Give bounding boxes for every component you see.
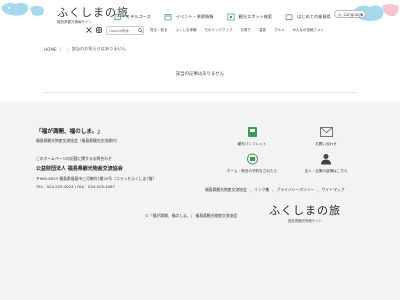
breadcrumb-separator: / (67, 46, 69, 52)
footer-link[interactable]: サイトマップ (322, 187, 345, 193)
person-icon (319, 153, 333, 165)
nav-label: はじめての福島県 (297, 13, 331, 19)
footer-organization: 公益財団法人 福島県観光物産交流協会 (36, 166, 123, 172)
category-link[interactable]: ふくしま体験 (176, 28, 197, 33)
footer-logo-text: ふくしまの旅 (269, 204, 341, 217)
category-link[interactable]: 温泉 (259, 28, 266, 33)
category-link[interactable]: ちのミックアップ (205, 28, 233, 33)
footer-slogan: 「福が満開、福のしま。」 (36, 129, 103, 135)
nav-model-course[interactable]: モデルコース (113, 12, 151, 21)
pamphlet-icon (245, 126, 259, 138)
footer-tel: TEL：024-525-4024 / FAX：024-525-4087 (36, 184, 115, 189)
footer-link[interactable]: リンク集 (254, 187, 269, 193)
search-icon[interactable] (137, 28, 143, 33)
footer-info: 「福が満開、福のしま。」 福島県観光物産交流協会（福島県観光交流課内） このホー… (36, 127, 206, 190)
breadcrumb: HOME / / 該当のお知らせはありません (44, 46, 126, 52)
map-icon (113, 12, 123, 21)
footer-link[interactable]: プライバシーポリシー (277, 187, 315, 193)
globe-icon: ◎ (338, 11, 342, 17)
breadcrumb-current: 該当のお知らせはありません (71, 46, 126, 51)
footer-icon-label: ホーム・宿泊の予約をされたら (226, 169, 278, 173)
footer-association: 福島県観光物産交流協会（福島県観光交流課内） (36, 138, 120, 143)
footer-hotel-link[interactable]: ホーム・宿泊の予約をされたら (222, 153, 282, 174)
breadcrumb-home[interactable]: HOME (44, 47, 57, 52)
language-select[interactable]: ◎ Language ▾ (334, 10, 366, 18)
footer-link-divider: | (272, 187, 274, 193)
footer-inquiry-note: このホームページの記載に関するお問合わせ (36, 156, 112, 161)
nav-label: 観光スポット検索 (238, 13, 273, 19)
x-icon[interactable] (85, 26, 93, 34)
divider (44, 92, 356, 93)
footer-pamphlet-link[interactable]: 観光パンフレット (222, 126, 282, 147)
footer-icon-label: お問い合わせ (315, 142, 337, 146)
nav-events[interactable]: イベント・季節情報 (163, 12, 214, 21)
footer-icon-label: 観光パンフレット (237, 142, 267, 146)
footer-icon-label: 法人・企業の皆様はこちら (304, 169, 348, 173)
search-input[interactable] (107, 27, 137, 34)
nav-label: モデルコース (126, 13, 151, 19)
nav-spot-search[interactable]: 観光スポット検索 (226, 12, 273, 21)
footer-contact-link[interactable]: お問い合わせ (296, 126, 356, 147)
animal-illustration-left (2, 2, 44, 16)
mail-icon (319, 126, 333, 138)
calendar-icon (163, 12, 173, 21)
spot-icon (226, 12, 236, 21)
category-link[interactable]: お祭り (241, 28, 252, 33)
footer-links: 福島県観光物産交流協会 | リンク集 | プライバシーポリシー | サイトマップ (205, 187, 344, 193)
no-posts-message: 該当の記事はありません (175, 72, 225, 77)
footer-corporate-link[interactable]: 法人・企業の皆様はこちら (296, 153, 356, 174)
instagram-icon[interactable] (95, 26, 103, 34)
footer-link-divider: | (317, 187, 319, 193)
main-navigation: モデルコース イベント・季節情報 観光スポット検索 はじめての福島県 (113, 12, 343, 21)
site-footer: 「福が満開、福のしま。」 福島県観光物産交流協会（福島県観光交流課内） このホー… (0, 102, 400, 300)
sub-navigation: 見る・知る ふくしま体験 ちのミックアップ お祭り 温泉 グルメ みんなの投稿フ… (0, 24, 400, 38)
category-link[interactable]: グルメ (274, 28, 285, 33)
category-link[interactable]: みんなの投稿フォト (293, 28, 325, 33)
nav-first-time[interactable]: はじめての福島県 (284, 12, 331, 21)
footer-link-divider: | (249, 187, 252, 193)
footer-logo[interactable]: ふくしまの旅 福島県観光情報サイト (269, 202, 341, 223)
category-link[interactable]: 見る・知る (150, 28, 168, 33)
footer-address: 〒960-8053 福島県福島市三河南町1番20号（コラッセふくしま7階） (36, 176, 157, 181)
site-header: ふくしまの旅 福島県観光情報サイト モデルコース イベント・季節情報 観光スポッ… (0, 0, 400, 46)
nav-label: イベント・季節情報 (175, 13, 214, 19)
footer-link[interactable]: 福島県観光物産交流協会 (205, 187, 247, 193)
social-links (85, 26, 105, 34)
footer-copyright: ©「福が満開、福のしま。」 福島県観光物産交流協会 (145, 213, 238, 218)
category-navigation: 見る・知る ふくしま体験 ちのミックアップ お祭り 温泉 グルメ みんなの投稿フ… (150, 28, 332, 33)
book-icon (284, 12, 294, 21)
chevron-down-icon: ▾ (360, 12, 363, 17)
breadcrumb-separator: / (59, 46, 62, 52)
search-box (106, 26, 144, 35)
footer-logo-subtext: 福島県観光情報サイト (288, 219, 322, 223)
hotel-icon (245, 153, 259, 165)
